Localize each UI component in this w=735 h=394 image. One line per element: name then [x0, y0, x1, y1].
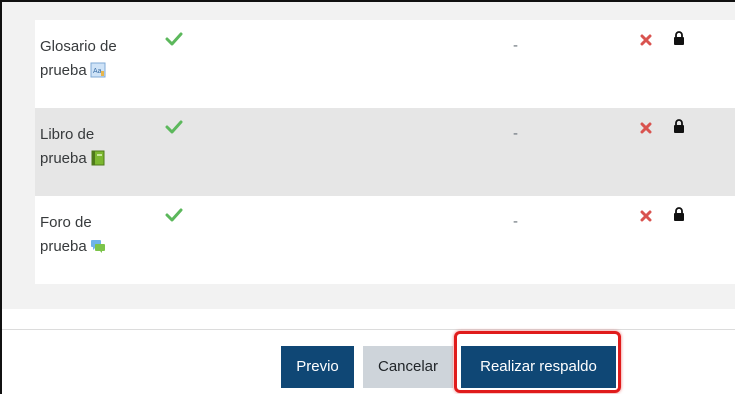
- previous-button[interactable]: Previo: [281, 346, 354, 388]
- activity-name-line2: prueba: [40, 238, 87, 255]
- table-row: Glosario de prueba Aa -: [35, 20, 735, 108]
- table-row: Libro de prueba -: [35, 108, 735, 196]
- checkmark-icon: [165, 208, 183, 222]
- activity-name: Libro de prueba: [40, 123, 150, 171]
- cancel-button[interactable]: Cancelar: [363, 346, 453, 388]
- activities-table: Glosario de prueba Aa - Libro de prueba …: [35, 20, 735, 286]
- cross-icon[interactable]: [640, 34, 652, 46]
- activity-name-line2: prueba: [40, 62, 87, 79]
- cross-icon[interactable]: [640, 122, 652, 134]
- glossary-icon: Aa: [90, 62, 106, 78]
- book-icon: [91, 150, 105, 166]
- backup-settings-page: Glosario de prueba Aa - Libro de prueba …: [0, 0, 735, 394]
- section-divider: [2, 329, 735, 330]
- activity-name-line1: Foro de: [40, 214, 92, 231]
- perform-backup-button[interactable]: Realizar respaldo: [461, 346, 616, 388]
- user-data-value: -: [513, 213, 518, 230]
- lock-icon: [674, 31, 684, 45]
- activity-name: Glosario de prueba Aa: [40, 35, 150, 83]
- table-row: Foro de prueba -: [35, 196, 735, 284]
- activity-name-line1: Libro de: [40, 126, 95, 143]
- cross-icon[interactable]: [640, 210, 652, 222]
- user-data-value: -: [513, 125, 518, 142]
- window-border-left: [0, 0, 2, 394]
- lock-icon: [674, 119, 684, 133]
- lock-icon: [674, 207, 684, 221]
- activity-name-line1: Glosario de: [40, 38, 117, 55]
- activity-name: Foro de prueba: [40, 211, 150, 259]
- window-border-top: [0, 0, 735, 2]
- forum-icon: [90, 240, 105, 253]
- user-data-value: -: [513, 37, 518, 54]
- svg-text:Aa: Aa: [93, 68, 102, 75]
- checkmark-icon: [165, 120, 183, 134]
- checkmark-icon: [165, 32, 183, 46]
- activity-name-line2: prueba: [40, 150, 87, 167]
